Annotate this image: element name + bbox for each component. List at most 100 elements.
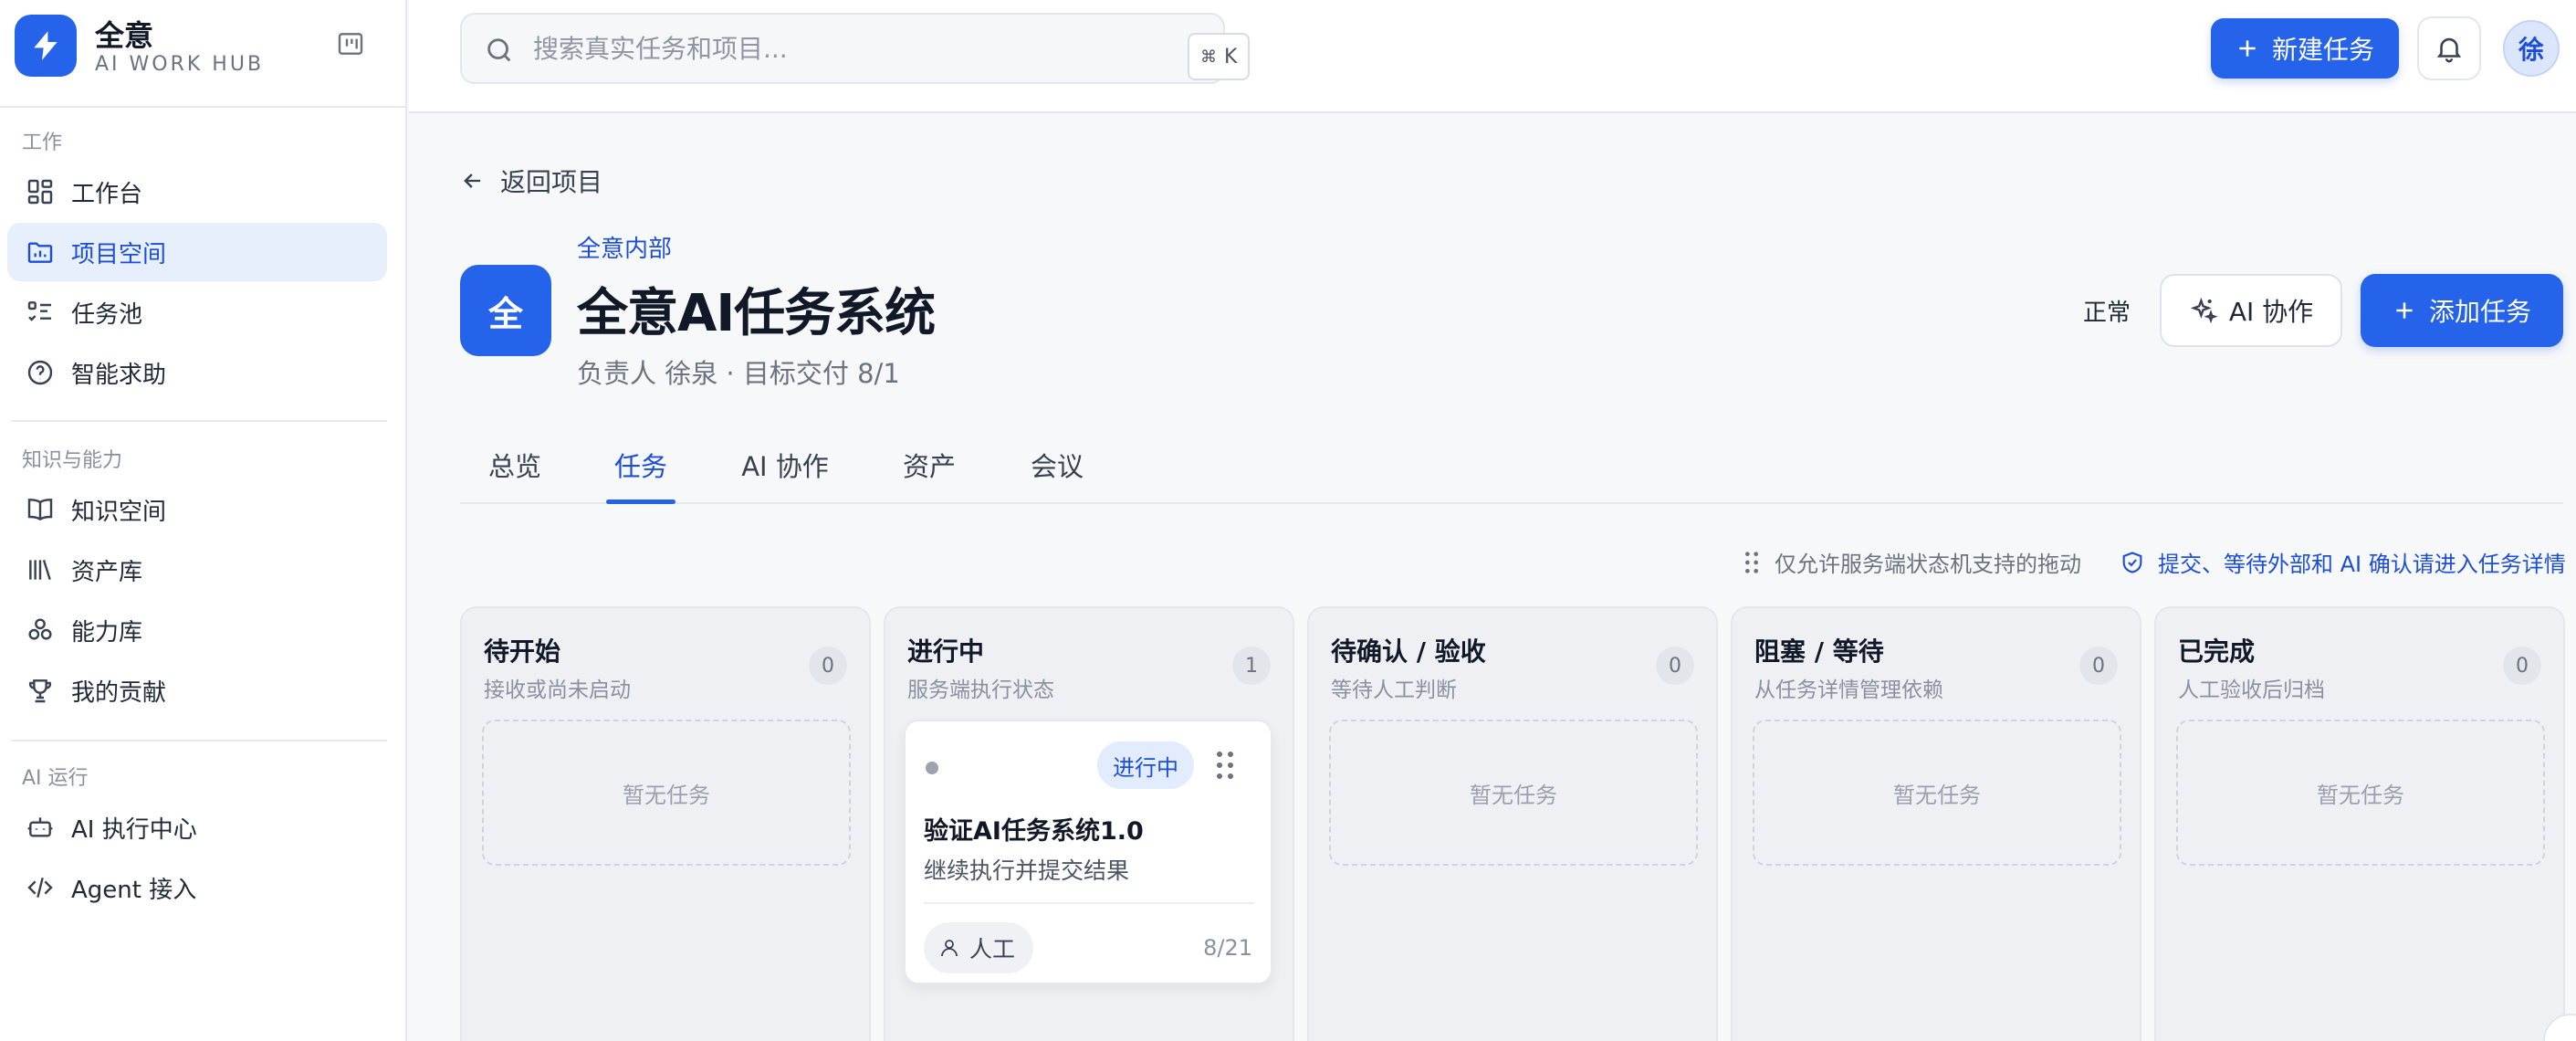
arrow-left-icon (464, 174, 481, 188)
sidebar-item-label: 知识空间 (71, 498, 167, 526)
ai-collab-button[interactable]: AI 协作 (2160, 274, 2342, 347)
sidebar-item-ai-execution[interactable]: AI 执行中心 (7, 798, 387, 857)
notifications-button[interactable] (2417, 16, 2481, 80)
column-blocked: 阻塞 / 等待 从任务详情管理依赖 0 暂无任务 (1731, 606, 2141, 1041)
priority-dot (926, 762, 938, 774)
blocks-icon (28, 618, 52, 640)
plus-icon (2239, 40, 2256, 57)
task-due-date: 8/21 (1203, 935, 1252, 961)
sidebar-item-assets[interactable]: 资产库 (7, 541, 387, 599)
tab-ai-collab[interactable]: AI 协作 (741, 446, 829, 502)
search-box[interactable]: ⌘ K (460, 13, 1251, 84)
task-title[interactable]: 验证AI任务系统1.0 (924, 811, 1144, 846)
assignee-label: 人工 (969, 936, 1016, 962)
brand-subtitle: AI WORK HUB (95, 53, 265, 76)
new-task-button[interactable]: 新建任务 (2211, 18, 2399, 79)
nav-divider (11, 740, 387, 741)
nav-section-ai-runtime: AI 运行 (22, 767, 89, 790)
sidebar-item-smart-help[interactable]: 智能求助 (7, 343, 387, 402)
drag-handle-icon (1745, 551, 1758, 573)
empty-drop-zone: 暂无任务 (2176, 720, 2545, 866)
robot-icon (27, 817, 53, 837)
column-count: 1 (1232, 647, 1271, 685)
folder-icon (27, 242, 53, 263)
column-done: 已完成 人工验收后归档 0 暂无任务 (2154, 606, 2565, 1041)
sidebar-item-projects[interactable]: 项目空间 (7, 223, 387, 281)
sidebar-item-contributions[interactable]: 我的贡献 (7, 661, 387, 720)
dashboard-icon (27, 179, 53, 205)
column-count: 0 (1656, 647, 1694, 685)
column-title: 待确认 / 验收 (1331, 636, 1486, 667)
column-subtitle: 从任务详情管理依赖 (1754, 678, 1943, 702)
sidebar-item-agent-access[interactable]: Agent 接入 (7, 858, 387, 917)
task-card[interactable]: 进行中 验证AI任务系统1.0 继续执行并提交结果 人工 8/21 (904, 720, 1272, 984)
ai-collab-label: AI 协作 (2228, 297, 2314, 327)
sidebar-item-workbench[interactable]: 工作台 (7, 163, 387, 221)
shield-check-icon (2122, 551, 2142, 573)
add-task-label: 添加任务 (2428, 297, 2531, 327)
sidebar-item-label: 项目空间 (71, 240, 167, 268)
sidebar-item-capabilities[interactable]: 能力库 (7, 601, 387, 659)
column-title: 已完成 (2178, 636, 2256, 667)
back-to-projects-link[interactable]: 返回项目 (460, 163, 602, 199)
search-shortcut: ⌘ K (1188, 33, 1251, 80)
tab-overview[interactable]: 总览 (487, 446, 542, 502)
user-icon (941, 940, 958, 957)
new-task-label: 新建任务 (2271, 35, 2374, 65)
sidebar-item-label: 能力库 (71, 618, 143, 647)
sidebar-item-task-pool[interactable]: 任务池 (7, 283, 387, 342)
top-bar: ⌘ K 新建任务 徐 (409, 0, 2576, 113)
search-input[interactable] (533, 15, 1081, 82)
column-count: 0 (2079, 647, 2118, 685)
drag-hint-text: 仅允许服务端状态机支持的拖动 (1775, 552, 2081, 577)
lightning-icon[interactable] (15, 15, 77, 77)
sidebar-item-knowledge[interactable]: 知识空间 (7, 480, 387, 539)
help-circle-icon (27, 360, 53, 385)
brand-name: 全意 (95, 18, 154, 53)
project-title: 全意AI任务系统 (577, 284, 936, 343)
checklist-icon (27, 301, 51, 321)
drag-hint: 仅允许服务端状态机支持的拖动 (1742, 546, 2081, 578)
back-label: 返回项目 (500, 167, 603, 197)
brand-header: 全意 AI WORK HUB (0, 0, 407, 108)
shortcut-key: K (1224, 45, 1238, 68)
sidebar-item-label: 智能求助 (71, 361, 167, 389)
nav-section-work: 工作 (22, 131, 63, 154)
bell-icon (2436, 37, 2462, 63)
project-tabs: 总览 任务 AI 协作 资产 会议 (460, 429, 2563, 504)
column-review: 待确认 / 验收 等待人工判断 0 暂无任务 (1307, 606, 1718, 1041)
column-count: 0 (809, 647, 847, 685)
project-logo: 全 (460, 265, 551, 356)
tab-assets[interactable]: 资产 (902, 446, 957, 502)
add-task-button[interactable]: 添加任务 (2361, 274, 2563, 347)
confirm-hint-text: 提交、等待外部和 AI 确认请进入任务详情 (2158, 552, 2566, 577)
task-description: 继续执行并提交结果 (924, 857, 1130, 884)
column-title: 阻塞 / 等待 (1754, 636, 1884, 667)
column-todo: 待开始 接收或尚未启动 0 暂无任务 (460, 606, 871, 1041)
project-status: 正常 (2083, 300, 2131, 327)
nav-section-knowledge: 知识与能力 (22, 449, 123, 472)
column-count: 0 (2503, 647, 2541, 685)
tab-tasks[interactable]: 任务 (606, 446, 675, 504)
column-subtitle: 接收或尚未启动 (484, 678, 631, 702)
column-subtitle: 服务端执行状态 (907, 678, 1054, 702)
sidebar-item-label: 工作台 (71, 180, 143, 208)
sidebar-item-label: Agent 接入 (71, 876, 197, 904)
sidebar-item-label: 任务池 (71, 300, 143, 329)
tab-meetings[interactable]: 会议 (1030, 446, 1084, 502)
task-status-badge: 进行中 (1097, 741, 1194, 789)
command-key-icon: ⌘ (1200, 47, 1217, 67)
column-subtitle: 等待人工判断 (1331, 678, 1457, 702)
project-meta: 负责人 徐泉 · 目标交付 8/1 (577, 358, 900, 389)
trophy-icon (28, 679, 52, 703)
confirm-hint: 提交、等待外部和 AI 确认请进入任务详情 (2120, 546, 2566, 578)
project-org[interactable]: 全意内部 (577, 230, 672, 264)
book-icon (27, 499, 53, 521)
user-avatar[interactable]: 徐 (2503, 20, 2560, 77)
empty-drop-zone: 暂无任务 (1753, 720, 2121, 866)
sidebar-collapse-icon[interactable] (334, 27, 367, 60)
sidebar-item-label: AI 执行中心 (71, 815, 197, 844)
drag-handle-icon[interactable] (1212, 749, 1238, 782)
search-icon (487, 38, 511, 62)
column-title: 待开始 (484, 636, 561, 667)
